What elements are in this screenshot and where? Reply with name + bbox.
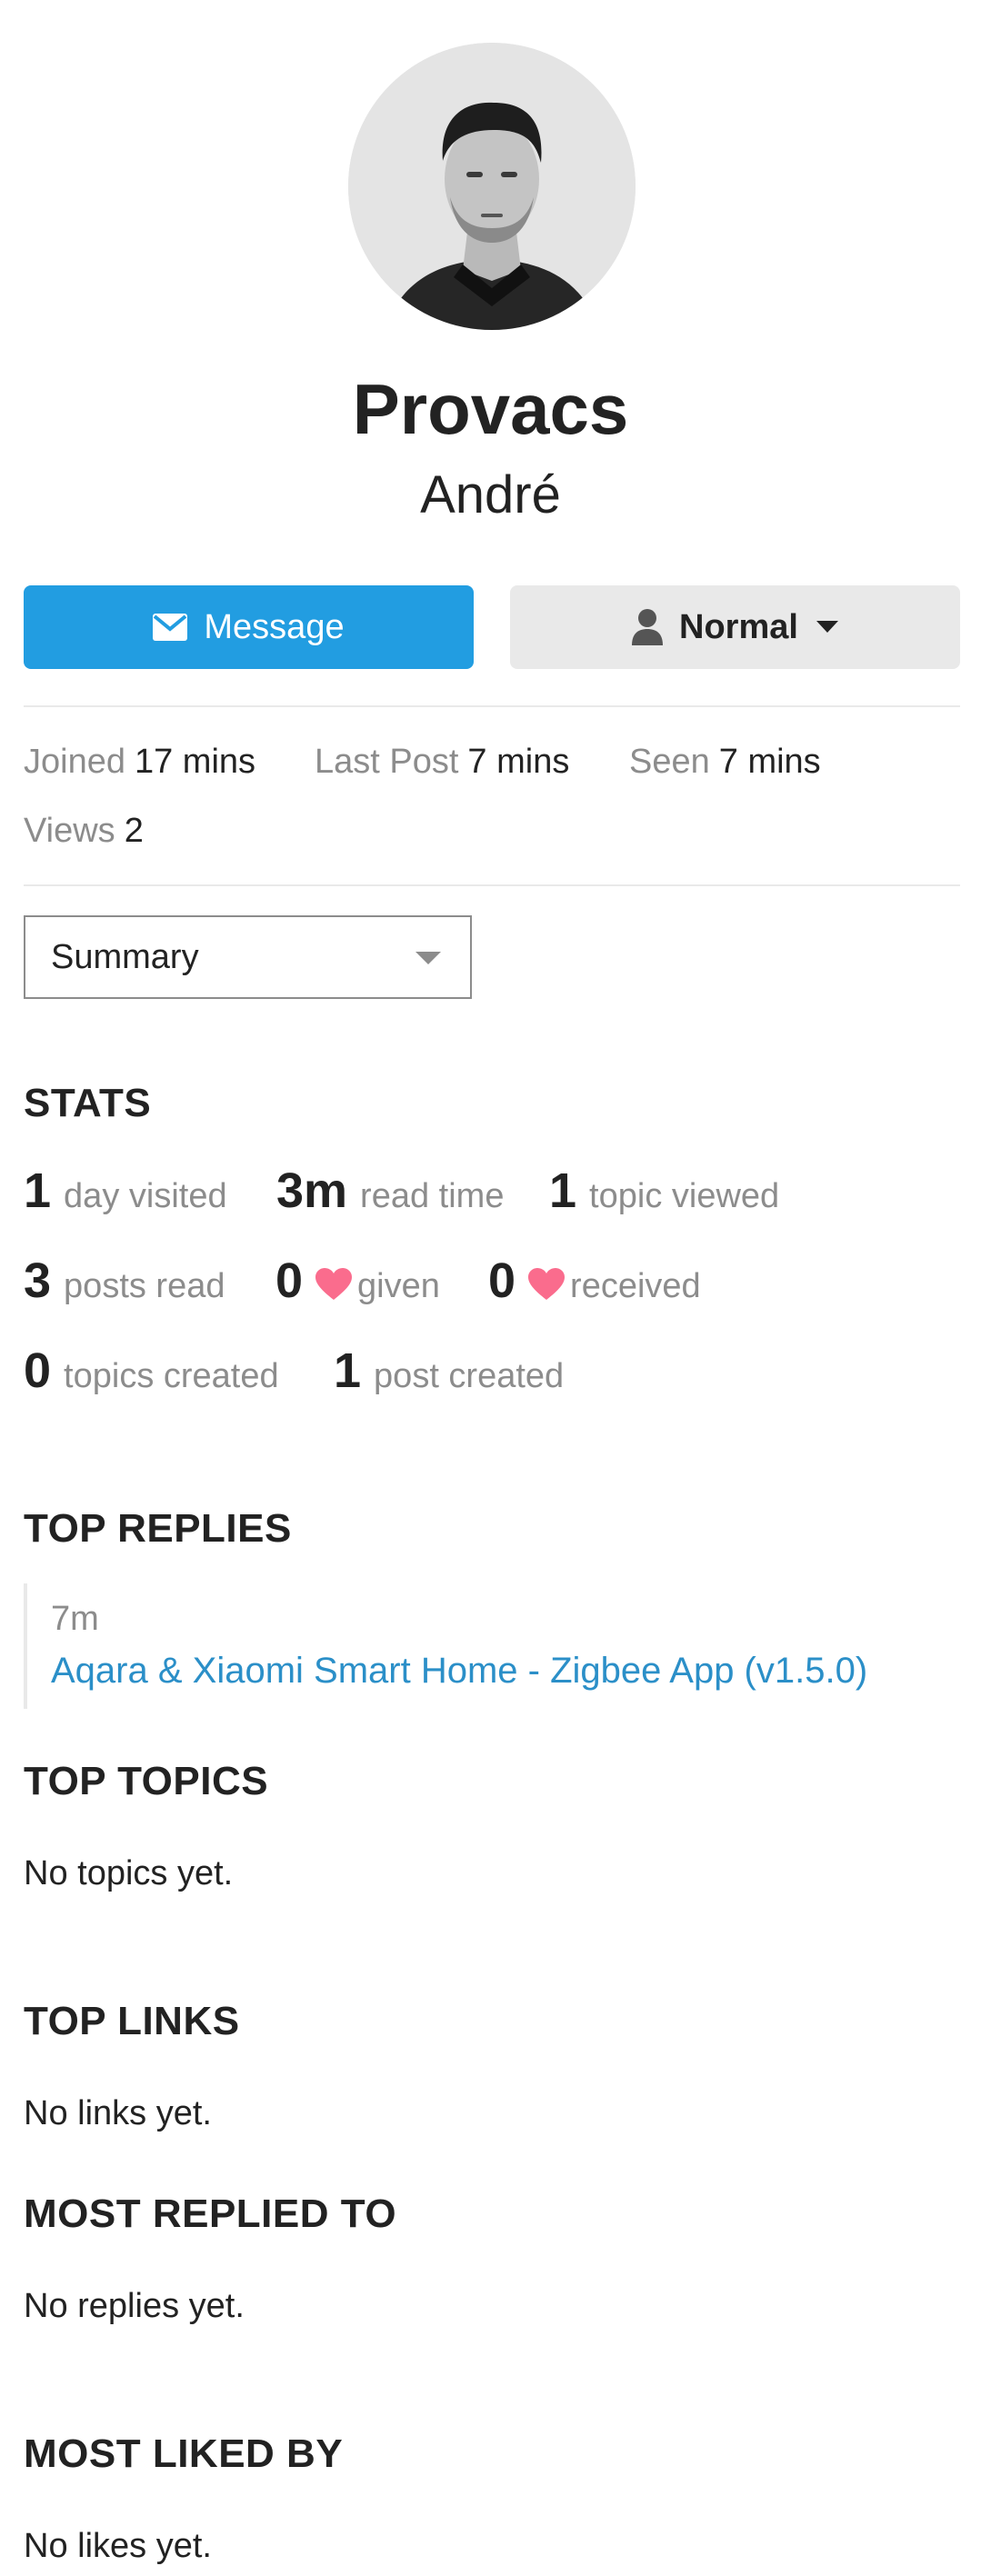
stats-heading: STATS [24,1081,152,1125]
top-topics-heading: TOP TOPICS [24,1759,269,1803]
views-meta: Views 2 [24,812,144,850]
most-replied-to-empty: No replies yet. [24,2287,245,2325]
username: Provacs [352,369,629,449]
stat-posts-created: 1 post created [334,1343,565,1398]
list-item: 7m Aqara & Xiaomi Smart Home - Zigbee Ap… [24,1583,960,1709]
stat-topics-viewed: 1 topic viewed [549,1163,780,1218]
notification-level-dropdown[interactable]: Normal [510,585,960,669]
most-liked-by-empty: No likes yet. [24,2527,212,2565]
message-button-label: Message [204,607,345,646]
reply-topic-link[interactable]: Aqara & Xiaomi Smart Home - Zigbee App (… [51,1647,867,1694]
stat-topics-created: 0 topics created [24,1343,279,1398]
top-replies-heading: TOP REPLIES [24,1506,292,1551]
user-profile-page: Provacs André Message Normal Joined 17 mi… [0,0,981,2576]
top-links-heading: TOP LINKS [24,1999,240,2043]
last-post-meta: Last Post 7 mins [315,743,570,781]
top-topics-empty: No topics yet. [24,1854,234,1892]
notification-level-label: Normal [679,607,798,646]
stat-days-visited: 1 day visited [24,1163,227,1218]
message-button[interactable]: Message [24,585,474,669]
avatar[interactable] [348,43,636,330]
top-links-empty: No links yet. [24,2094,212,2132]
divider [24,884,960,886]
reply-time: 7m [51,1600,99,1638]
profile-view-selected: Summary [51,937,199,976]
user-icon [632,609,664,645]
avatar-photo [348,43,636,330]
profile-view-select[interactable]: Summary [24,915,472,999]
caret-down-icon [816,621,838,634]
stat-likes-given: 0 given [275,1253,440,1324]
most-liked-by-heading: MOST LIKED BY [24,2431,344,2476]
stat-read-time: 3m read time [276,1163,505,1218]
chevron-down-icon [415,952,441,964]
stat-likes-received: 0 received [488,1253,701,1324]
full-name: André [420,465,561,524]
heart-icon [315,1268,353,1324]
heart-icon [528,1268,566,1324]
divider [24,705,960,707]
seen-meta: Seen 7 mins [629,743,821,781]
envelope-icon [153,614,188,641]
joined-meta: Joined 17 mins [24,743,256,781]
stat-posts-read: 3 posts read [24,1253,225,1308]
most-replied-to-heading: MOST REPLIED TO [24,2192,397,2236]
